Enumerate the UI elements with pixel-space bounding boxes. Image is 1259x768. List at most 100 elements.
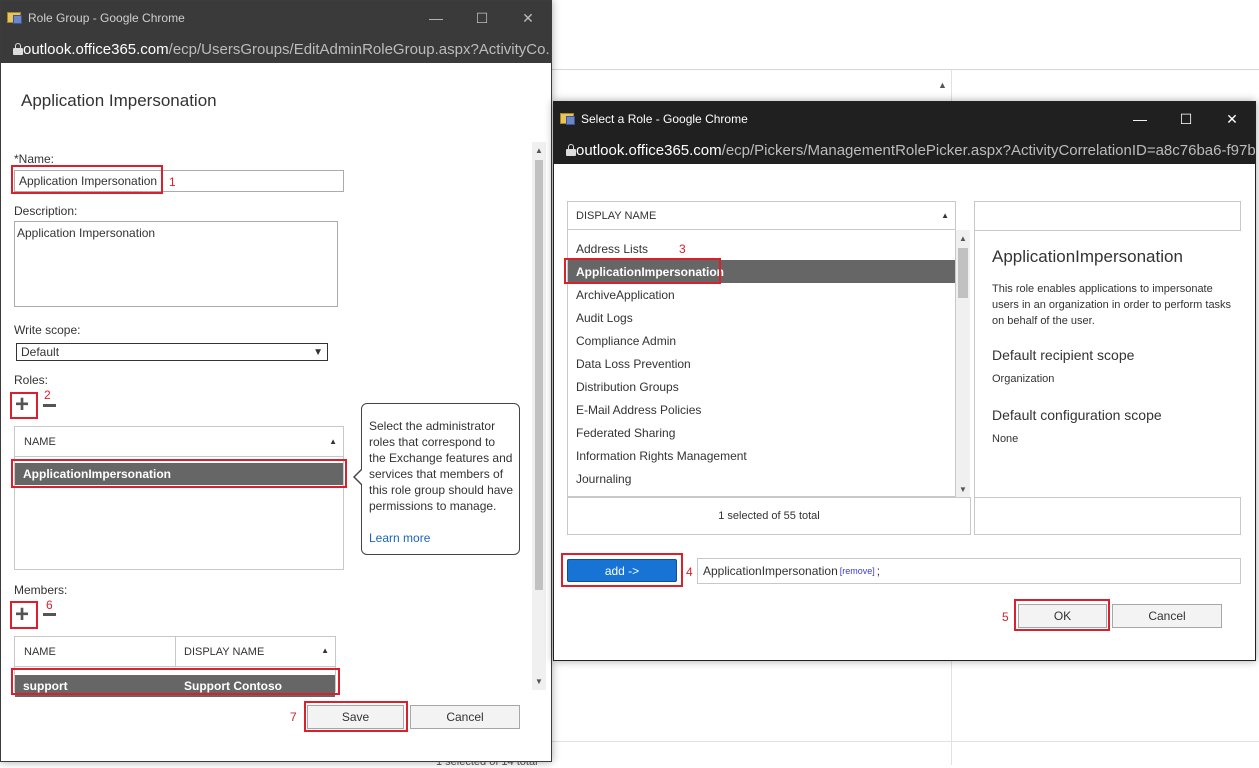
- divider: [552, 741, 1259, 742]
- step-number: 7: [290, 710, 297, 724]
- members-grid: NAME DISPLAY NAME ▲ support Support Cont…: [14, 636, 336, 697]
- add-button[interactable]: add ->: [567, 559, 677, 582]
- role-details: ApplicationImpersonation This role enabl…: [974, 231, 1241, 497]
- app-icon: [560, 112, 576, 126]
- config-scope-label: Default configuration scope: [992, 407, 1162, 423]
- list-item[interactable]: Distribution Groups: [568, 375, 955, 398]
- description-field[interactable]: Application Impersonation: [14, 221, 338, 307]
- list-item[interactable]: Address Lists: [568, 237, 955, 260]
- list-header[interactable]: DISPLAY NAME ▲: [568, 202, 955, 230]
- sort-up-icon: ▲: [941, 211, 949, 220]
- step-number: 5: [1002, 610, 1009, 624]
- members-label: Members:: [14, 583, 68, 597]
- name-field[interactable]: Application Impersonation: [14, 170, 344, 192]
- scrollbar[interactable]: ▲ ▼: [956, 230, 970, 497]
- save-button[interactable]: Save: [307, 705, 404, 729]
- step-number: 1: [169, 175, 176, 189]
- address-bar[interactable]: outlook.office365.com/ecp/Pickers/Manage…: [554, 136, 1255, 164]
- close-icon[interactable]: ✕: [1209, 102, 1255, 136]
- remove-link[interactable]: [remove]: [840, 566, 875, 576]
- description-label: Description:: [14, 204, 78, 218]
- member-name: support: [23, 679, 68, 693]
- remove-role-icon[interactable]: [43, 404, 56, 407]
- ok-button[interactable]: OK: [1018, 604, 1107, 628]
- sort-up-icon: ▲: [329, 437, 337, 446]
- column-display-name[interactable]: DISPLAY NAME ▲: [176, 646, 335, 658]
- cancel-button[interactable]: Cancel: [410, 705, 520, 729]
- maximize-icon[interactable]: ☐: [1163, 102, 1209, 136]
- column-display-name: DISPLAY NAME: [576, 209, 657, 222]
- scroll-up-icon[interactable]: ▲: [535, 146, 543, 155]
- title-bar: Role Group - Google Chrome — ☐ ✕: [1, 1, 551, 35]
- search-box[interactable]: [974, 201, 1241, 231]
- title-bar: Select a Role - Google Chrome — ☐ ✕: [554, 102, 1255, 136]
- write-scope-value: Default: [21, 345, 60, 359]
- list-item[interactable]: Compliance Admin: [568, 329, 955, 352]
- grid-header[interactable]: NAME ▲: [15, 427, 343, 457]
- scroll-down-icon[interactable]: ▼: [959, 485, 967, 494]
- member-display-name: Support Contoso: [184, 679, 282, 693]
- divider: [552, 69, 1259, 70]
- config-scope-value: None: [992, 433, 1019, 445]
- sort-up-icon: ▲: [938, 80, 947, 90]
- learn-more-link[interactable]: Learn more: [369, 530, 514, 546]
- step-number: 3: [679, 242, 686, 256]
- window-title: Role Group - Google Chrome: [28, 11, 185, 25]
- name-label: *Name:: [14, 152, 55, 166]
- remove-member-icon[interactable]: [43, 613, 56, 616]
- window-title: Select a Role - Google Chrome: [581, 112, 748, 126]
- grid-header: NAME DISPLAY NAME ▲: [15, 637, 335, 667]
- list-item[interactable]: Federated Sharing: [568, 421, 955, 444]
- list-item[interactable]: ArchiveApplication: [568, 283, 955, 306]
- close-icon[interactable]: ✕: [505, 1, 551, 35]
- table-row[interactable]: ApplicationImpersonation: [15, 463, 343, 485]
- add-member-icon[interactable]: +: [15, 603, 29, 627]
- url-host: outlook.office365.com: [23, 40, 169, 58]
- recipient-scope-label: Default recipient scope: [992, 347, 1135, 363]
- write-scope-label: Write scope:: [14, 323, 81, 337]
- scroll-up-icon[interactable]: ▲: [959, 234, 967, 243]
- page-title: Application Impersonation: [21, 91, 217, 110]
- list-item[interactable]: Data Loss Prevention: [568, 352, 955, 375]
- cancel-button[interactable]: Cancel: [1112, 604, 1222, 628]
- url-path: /ecp/UsersGroups/EditAdminRoleGroup.aspx…: [168, 40, 551, 58]
- list-body: Address Lists ApplicationImpersonation A…: [568, 230, 955, 496]
- role-name: ApplicationImpersonation: [23, 467, 172, 481]
- callout-text: Select the administrator roles that corr…: [369, 419, 514, 513]
- selected-roles-field[interactable]: ApplicationImpersonation [remove] ;: [697, 558, 1241, 584]
- list-item[interactable]: E-Mail Address Policies: [568, 398, 955, 421]
- selected-role: ApplicationImpersonation: [703, 564, 838, 578]
- add-role-icon[interactable]: +: [15, 393, 29, 417]
- selection-status: 1 selected of 55 total: [567, 497, 971, 535]
- roles-grid: NAME ▲ ApplicationImpersonation: [14, 426, 344, 570]
- scroll-thumb[interactable]: [958, 248, 968, 298]
- list-item[interactable]: ApplicationImpersonation: [568, 260, 955, 283]
- app-icon: [7, 11, 23, 25]
- maximize-icon[interactable]: ☐: [459, 1, 505, 35]
- recipient-scope-value: Organization: [992, 373, 1055, 385]
- list-item[interactable]: Journaling: [568, 467, 955, 490]
- scroll-thumb[interactable]: [535, 160, 543, 590]
- minimize-icon[interactable]: —: [413, 1, 459, 35]
- address-bar[interactable]: outlook.office365.com/ecp/UsersGroups/Ed…: [1, 35, 551, 63]
- roles-label: Roles:: [14, 373, 49, 387]
- step-number: 4: [686, 565, 693, 579]
- detail-title: ApplicationImpersonation: [992, 247, 1183, 266]
- column-name: NAME: [24, 435, 56, 448]
- url-path: /ecp/Pickers/ManagementRolePicker.aspx?A…: [721, 141, 1255, 159]
- help-callout: Select the administrator roles that corr…: [353, 403, 520, 555]
- step-number: 2: [44, 388, 51, 402]
- column-name[interactable]: NAME: [15, 637, 176, 666]
- url-host: outlook.office365.com: [576, 141, 722, 159]
- list-item[interactable]: Information Rights Management: [568, 444, 955, 467]
- chevron-down-icon: ▼: [313, 346, 323, 358]
- detail-footer: [974, 497, 1241, 535]
- minimize-icon[interactable]: —: [1117, 102, 1163, 136]
- table-row[interactable]: support Support Contoso: [15, 675, 335, 697]
- scroll-down-icon[interactable]: ▼: [535, 677, 543, 686]
- write-scope-select[interactable]: Default ▼: [16, 343, 328, 361]
- role-list: DISPLAY NAME ▲ Address Lists Application…: [567, 201, 956, 497]
- scrollbar[interactable]: ▲ ▼: [532, 142, 546, 690]
- sort-up-icon: ▲: [321, 645, 329, 655]
- list-item[interactable]: Audit Logs: [568, 306, 955, 329]
